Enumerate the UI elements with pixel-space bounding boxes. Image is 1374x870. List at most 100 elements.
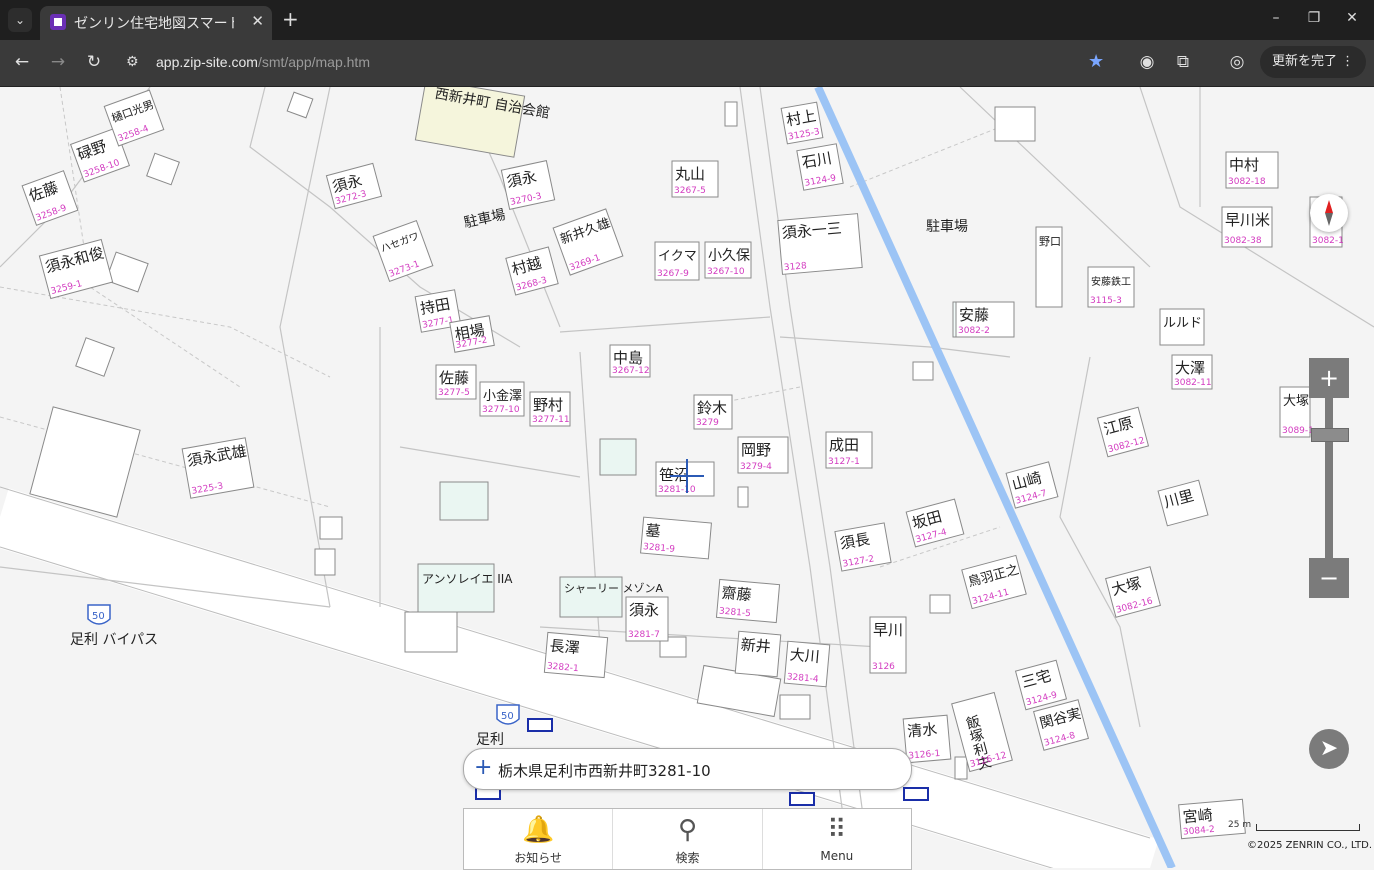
house-name: 野村 xyxy=(533,396,563,414)
house-marker[interactable]: 須永和俊3259-1 xyxy=(38,238,114,300)
house-marker[interactable]: 鳥羽正之3124-11 xyxy=(961,554,1027,610)
house-name: イクマ xyxy=(658,249,697,264)
house-marker[interactable]: 早川米 3082-38 xyxy=(1221,206,1273,248)
update-button[interactable]: 更新を完了 ⋮ xyxy=(1260,46,1367,78)
house-marker[interactable]: 野口 xyxy=(1035,226,1063,308)
route-number: 50 xyxy=(501,711,514,722)
address-bar[interactable]: ⚙ app.zip-site.com/smt/app/map.htm xyxy=(116,46,1126,80)
house-marker[interactable]: 鈴木3279 xyxy=(693,394,733,430)
house-marker[interactable]: 坂田3127-4 xyxy=(905,498,965,548)
zoom-slider-track[interactable] xyxy=(1325,398,1333,558)
maximize-window-button[interactable]: ❐ xyxy=(1302,10,1326,26)
house-marker[interactable]: 大川3281-4 xyxy=(783,640,831,688)
nav-notifications[interactable]: 🔔 お知らせ xyxy=(464,809,614,869)
nav-menu[interactable]: ⠿ Menu xyxy=(763,809,911,869)
house-marker[interactable]: 中島3267-12 xyxy=(609,344,651,378)
house-name: 清水 xyxy=(907,720,938,741)
house-name: 早川米 xyxy=(1225,211,1270,229)
house-marker[interactable]: 新井久雄3269-1 xyxy=(552,208,624,276)
new-tab-button[interactable]: + xyxy=(282,8,299,30)
house-marker[interactable]: 早川 3126 xyxy=(869,616,907,674)
house-number: 3082-11 xyxy=(1174,378,1212,388)
map-label-ashikaga-bypass: 足利 バイパス xyxy=(70,632,158,648)
house-marker[interactable]: 安藤 3082-2 xyxy=(955,301,1015,338)
house-marker[interactable]: ハセガワ3273-1 xyxy=(372,219,434,283)
house-marker[interactable]: 佐藤3277-5 xyxy=(435,364,477,400)
back-icon[interactable]: ← xyxy=(11,52,33,72)
one-way-arrow xyxy=(527,718,553,732)
house-number: 3277-11 xyxy=(532,415,570,425)
house-name: 齋藤 xyxy=(721,584,752,605)
house-name: 佐藤 xyxy=(439,369,469,387)
house-marker[interactable]: 岡野 3279-4 xyxy=(737,436,789,474)
house-marker[interactable]: 須長3127-2 xyxy=(834,522,892,572)
close-tab-icon[interactable]: ✕ xyxy=(251,12,264,30)
house-number: 3082-18 xyxy=(1228,177,1266,187)
house-marker[interactable]: 笹沼3281-10 xyxy=(655,461,715,497)
house-marker[interactable]: 江原3082-12 xyxy=(1096,406,1150,458)
site-info-icon[interactable]: ⚙ xyxy=(126,54,139,70)
house-name: 大塚 xyxy=(1283,394,1309,409)
house-name: 新井 xyxy=(740,635,771,656)
address-display[interactable]: + 栃木県足利市西新井町3281-10 xyxy=(463,748,912,790)
house-marker[interactable]: 長澤3282-1 xyxy=(543,631,609,679)
reload-icon[interactable]: ↻ xyxy=(83,52,105,72)
house-marker[interactable]: 成田 3127-1 xyxy=(825,431,873,469)
house-name: 成田 xyxy=(829,436,859,454)
incognito-icon[interactable]: ◉ xyxy=(1136,52,1158,72)
house-marker[interactable]: イクマ 3267-9 xyxy=(654,241,700,281)
house-marker[interactable]: 大澤3082-11 xyxy=(1171,354,1213,390)
house-marker[interactable]: 須永 3281-7 xyxy=(625,596,669,642)
house-marker[interactable]: 須永一三3128 xyxy=(777,213,863,275)
house-marker[interactable]: 中村 3082-18 xyxy=(1225,151,1279,189)
house-marker[interactable]: 齋藤3281-5 xyxy=(715,578,781,624)
house-name: 中島 xyxy=(613,349,643,367)
house-name: 中村 xyxy=(1229,156,1259,174)
nav-menu-label: Menu xyxy=(820,849,854,863)
grid-menu-icon: ⠿ xyxy=(827,815,847,845)
house-marker[interactable]: 清水3126-1 xyxy=(902,714,952,764)
bookmark-star-icon[interactable]: ★ xyxy=(1088,51,1104,72)
close-window-button[interactable]: ✕ xyxy=(1340,10,1364,26)
extensions-icon[interactable]: ⧉ xyxy=(1172,52,1194,72)
zoom-out-button[interactable]: − xyxy=(1309,558,1349,598)
house-number: 3281-7 xyxy=(628,630,660,640)
house-marker[interactable]: 野村3277-11 xyxy=(529,391,571,427)
forward-icon[interactable]: → xyxy=(47,52,69,72)
zoom-in-button[interactable]: + xyxy=(1309,358,1349,398)
tab-search-button[interactable]: ⌄ xyxy=(8,8,32,32)
nav-search[interactable]: ⚲ 検索 xyxy=(613,809,763,869)
house-marker[interactable]: 丸山 3267-5 xyxy=(671,160,719,198)
house-marker[interactable]: 石川3124-9 xyxy=(796,143,844,191)
house-marker[interactable]: 関谷実3124-8 xyxy=(1032,699,1090,751)
house-marker[interactable]: 大塚3082-16 xyxy=(1104,566,1162,618)
house-marker[interactable]: 須永武雄3225-3 xyxy=(181,437,255,499)
house-marker[interactable]: 小金澤3277-10 xyxy=(479,381,525,417)
house-marker[interactable]: 村上3125-3 xyxy=(780,101,824,145)
house-marker[interactable]: 村越3268-3 xyxy=(505,246,559,296)
house-marker[interactable]: 須永3270-3 xyxy=(500,160,556,210)
minimize-window-button[interactable]: – xyxy=(1264,10,1288,26)
profile-icon[interactable]: ◎ xyxy=(1226,52,1248,72)
active-tab[interactable]: ゼンリン住宅地図スマートフォン ✕ xyxy=(40,6,272,40)
house-marker[interactable]: 相場3277-2 xyxy=(449,315,495,353)
house-marker[interactable]: ルルド xyxy=(1159,308,1205,346)
zoom-slider-thumb[interactable] xyxy=(1311,428,1349,442)
compass-button[interactable] xyxy=(1310,194,1348,232)
house-marker[interactable]: 墓3281-9 xyxy=(640,516,712,560)
house-marker[interactable]: 新井 xyxy=(734,630,782,678)
nav-notifications-label: お知らせ xyxy=(514,851,563,865)
house-marker[interactable]: 三宅3124-9 xyxy=(1014,659,1068,711)
house-marker[interactable]: 山崎3124-7 xyxy=(1005,461,1059,509)
house-marker[interactable]: 安藤鉄工 3115-3 xyxy=(1087,266,1135,308)
map-scale: 25 m xyxy=(1228,820,1360,834)
house-marker[interactable]: 佐藤3258-9 xyxy=(21,170,79,226)
house-marker[interactable]: 須永3272-3 xyxy=(325,162,383,210)
copyright-notice: ©2025 ZENRIN CO., LTD. xyxy=(1247,840,1372,851)
current-location-button[interactable]: ➤ xyxy=(1309,729,1349,769)
house-name: ルルド xyxy=(1163,316,1202,331)
house-number: 3281-10 xyxy=(658,485,696,495)
house-marker[interactable]: 川里 xyxy=(1157,479,1209,527)
house-marker[interactable]: 小久保 3267-10 xyxy=(704,241,752,279)
house-name: 小久保 xyxy=(708,248,750,264)
